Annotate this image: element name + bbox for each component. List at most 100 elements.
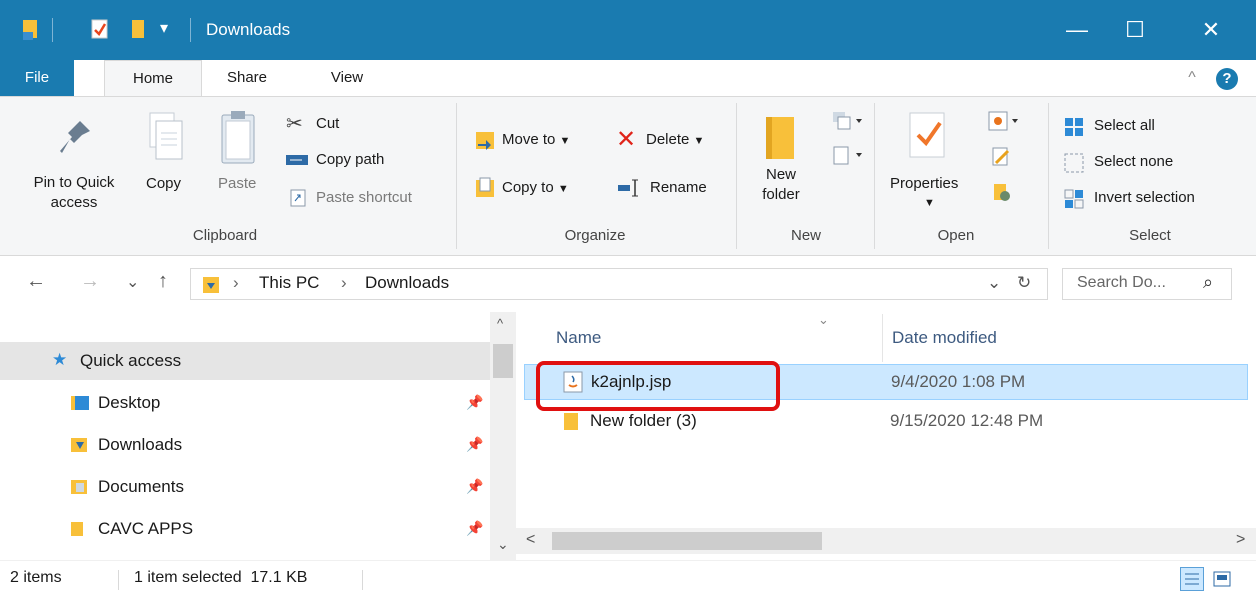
- new-folder-icon: [766, 117, 794, 159]
- breadcrumb-separator: ›: [341, 273, 347, 292]
- qat-dropdown-icon[interactable]: ▾: [160, 18, 168, 38]
- folder-icon: [564, 413, 578, 430]
- new-item-icon[interactable]: [832, 111, 866, 133]
- edit-icon[interactable]: [992, 147, 1012, 167]
- pin-icon[interactable]: 📌: [466, 520, 483, 537]
- copy-button[interactable]: Copy: [146, 175, 181, 192]
- ribbon-tabs: File Home Share View ^ ?: [0, 60, 1256, 97]
- back-button[interactable]: ←: [26, 270, 46, 293]
- pin-icon[interactable]: 📌: [466, 436, 483, 453]
- navigation-pane: ★ Quick access Desktop 📌 Downloads 📌 Doc…: [0, 312, 516, 560]
- new-folder-button[interactable]: New folder: [746, 165, 816, 205]
- details-view-icon: [1185, 573, 1199, 585]
- file-name: New folder (3): [590, 411, 697, 430]
- details-view-button[interactable]: [1180, 567, 1204, 591]
- paste-shortcut-button[interactable]: Paste shortcut: [316, 189, 412, 206]
- search-placeholder: Search Do...: [1077, 274, 1166, 291]
- file-date: 9/4/2020 1:08 PM: [891, 372, 1026, 391]
- paste-button[interactable]: Paste: [218, 175, 256, 192]
- pin-label-line1: Pin to Quick: [33, 174, 115, 191]
- paste-shortcut-icon: [290, 189, 306, 207]
- file-list: ⌄ Name Date modified k2ajnlp.jsp 9/4/202…: [516, 312, 1256, 560]
- scroll-down-icon[interactable]: ⌄: [497, 536, 509, 553]
- copy-to-label: Copy to: [502, 179, 554, 196]
- select-all-icon: [1065, 118, 1083, 136]
- nav-item-label: Downloads: [98, 435, 183, 454]
- downloads-folder-icon: [71, 438, 87, 452]
- copy-to-dropdown-icon: ▼: [557, 183, 569, 195]
- help-icon[interactable]: ?: [1216, 68, 1238, 90]
- file-list-scrollbar[interactable]: < >: [516, 528, 1256, 554]
- column-header-date-modified[interactable]: Date modified: [892, 328, 997, 348]
- nav-scroll-thumb[interactable]: [493, 344, 513, 378]
- scroll-right-icon[interactable]: >: [1236, 531, 1245, 549]
- refresh-icon[interactable]: ↻: [1017, 273, 1031, 293]
- collapse-ribbon-icon[interactable]: ^: [1180, 60, 1204, 96]
- select-none-button[interactable]: Select none: [1094, 153, 1173, 170]
- new-group-label: New: [790, 227, 821, 244]
- tab-share[interactable]: Share: [212, 60, 282, 96]
- tab-home[interactable]: Home: [104, 60, 202, 97]
- copy-icon: [149, 112, 183, 160]
- move-to-label: Move to: [502, 131, 556, 148]
- documents-folder-icon: [71, 480, 87, 494]
- clipboard-group-label: Clipboard: [192, 227, 258, 244]
- close-button[interactable]: ✕: [1176, 0, 1246, 60]
- star-icon: ★: [52, 350, 68, 369]
- file-list-scroll-thumb[interactable]: [552, 532, 822, 550]
- breadcrumb-downloads[interactable]: Downloads: [365, 273, 449, 293]
- nav-item-downloads[interactable]: Downloads 📌: [0, 426, 490, 464]
- breadcrumb-this-pc[interactable]: This PC: [259, 273, 319, 293]
- large-icons-view-button[interactable]: [1210, 567, 1234, 591]
- new-folder-icon[interactable]: [130, 18, 146, 40]
- easy-access-icon[interactable]: [832, 145, 866, 167]
- properties-dropdown-icon[interactable]: ▼: [924, 197, 935, 209]
- pin-to-quick-access-button[interactable]: Pin to Quick access: [14, 173, 134, 213]
- pin-icon[interactable]: 📌: [466, 478, 483, 495]
- address-row: ← → ⌄ ↑ › This PC › Downloads ⌄ ↻ Search…: [0, 256, 1256, 312]
- nav-item-cavc-apps[interactable]: CAVC APPS 📌: [0, 510, 490, 548]
- organize-group-label: Organize: [564, 227, 626, 244]
- properties-icon[interactable]: [90, 18, 110, 40]
- history-icon[interactable]: [992, 183, 1012, 203]
- folder-icon[interactable]: [22, 18, 40, 40]
- forward-button[interactable]: →: [80, 270, 100, 293]
- file-date: 9/15/2020 12:48 PM: [890, 411, 1044, 430]
- invert-selection-button[interactable]: Invert selection: [1094, 189, 1195, 206]
- nav-item-quick-access[interactable]: ★ Quick access: [0, 342, 490, 380]
- title-bar: ▾ Downloads — ☐ ✕: [0, 0, 1256, 60]
- open-icon[interactable]: [988, 111, 1022, 133]
- nav-item-desktop[interactable]: Desktop 📌: [0, 384, 490, 422]
- copy-path-icon: [286, 155, 308, 165]
- nav-item-label: Quick access: [80, 351, 182, 370]
- search-input[interactable]: Search Do... ⌕: [1062, 268, 1232, 300]
- scroll-up-icon[interactable]: ^: [497, 316, 503, 331]
- group-separator: [874, 103, 875, 249]
- nav-scrollbar[interactable]: ^ ⌄: [490, 312, 516, 560]
- cut-button[interactable]: Cut: [316, 115, 339, 132]
- search-icon[interactable]: ⌕: [1203, 272, 1213, 293]
- delete-button[interactable]: Delete ▼: [646, 131, 704, 148]
- copy-to-button[interactable]: Copy to ▼: [502, 179, 569, 196]
- select-none-icon: [1064, 153, 1084, 173]
- maximize-button[interactable]: ☐: [1100, 0, 1170, 60]
- column-separator[interactable]: [882, 314, 883, 362]
- up-button[interactable]: ↑: [158, 270, 168, 293]
- tab-view[interactable]: View: [312, 60, 382, 96]
- address-bar[interactable]: › This PC › Downloads ⌄ ↻: [190, 268, 1048, 300]
- nav-item-documents[interactable]: Documents 📌: [0, 468, 490, 506]
- copy-path-button[interactable]: Copy path: [316, 151, 384, 168]
- move-to-button[interactable]: Move to ▼: [502, 131, 570, 148]
- rename-icon: [618, 179, 638, 197]
- qat-separator: [52, 18, 53, 42]
- scroll-left-icon[interactable]: <: [526, 531, 535, 549]
- title-separator: [190, 18, 191, 42]
- pin-icon[interactable]: 📌: [466, 394, 483, 411]
- properties-button[interactable]: Properties: [890, 175, 958, 192]
- recent-locations-icon[interactable]: ⌄: [126, 272, 139, 292]
- column-header-name[interactable]: Name: [556, 328, 601, 348]
- tab-file[interactable]: File: [0, 60, 74, 96]
- select-all-button[interactable]: Select all: [1094, 117, 1155, 134]
- rename-button[interactable]: Rename: [650, 179, 707, 196]
- address-dropdown-icon[interactable]: ⌄: [987, 273, 1001, 293]
